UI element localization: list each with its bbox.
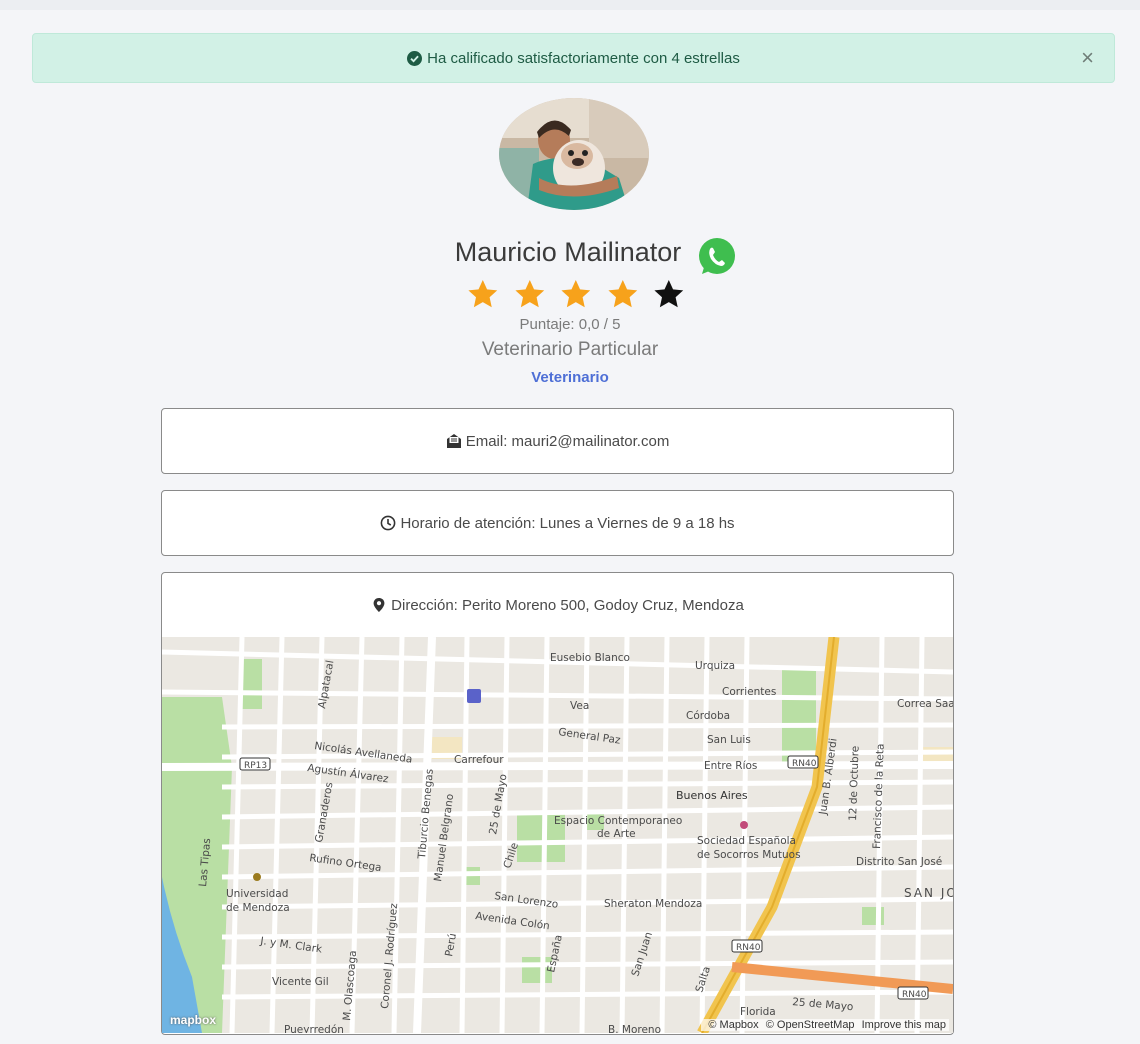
star-empty-icon[interactable]	[652, 278, 686, 310]
success-alert: Ha calificado satisfactoriamente con 4 e…	[32, 33, 1115, 83]
map-label: Vea	[570, 700, 589, 712]
schedule-card: Horario de atención: Lunes a Viernes de …	[161, 490, 954, 556]
map-label: Carrefour	[454, 754, 504, 766]
profile-name: Mauricio Mailinator	[454, 236, 682, 267]
email-text: Email: mauri2@mailinator.com	[465, 432, 670, 450]
map-label: de Mendoza	[226, 902, 290, 914]
alert-close-button[interactable]: ×	[1081, 47, 1094, 69]
map-label: Eusebio Blanco	[550, 652, 630, 664]
improve-map-link[interactable]: Improve this map	[862, 1019, 946, 1031]
schedule-text: Horario de atención: Lunes a Viernes de …	[400, 514, 735, 532]
map-label: Entre Ríos	[704, 760, 757, 772]
clock-icon	[381, 515, 396, 531]
map-label: de Arte	[597, 828, 636, 840]
map-label: Sociedad Española	[697, 835, 796, 847]
profile-header: Mauricio Mailinator	[0, 227, 1140, 277]
map-label: de Socorros Mutuos	[697, 849, 801, 861]
attribution-osm[interactable]: © OpenStreetMap	[766, 1019, 855, 1031]
map-label: Pueyrredón	[284, 1024, 344, 1033]
map-label: Universidad	[226, 888, 288, 900]
star-filled-icon[interactable]	[513, 278, 547, 310]
map-view[interactable]: Eusebio Blanco Urquiza Corrientes Correa…	[162, 637, 953, 1033]
mapbox-logo[interactable]: mapbox	[170, 1013, 216, 1027]
map-label: RN40	[902, 990, 927, 1000]
category-link[interactable]: Veterinario	[0, 369, 1140, 386]
map-label: Córdoba	[686, 710, 730, 722]
map-label: Distrito San José	[856, 856, 942, 868]
map-label: San Luis	[707, 734, 751, 746]
map-label: Sheraton Mendoza	[604, 898, 702, 910]
whatsapp-icon[interactable]	[697, 237, 737, 277]
score-text: Puntaje: 0,0 / 5	[519, 316, 621, 333]
map-canvas[interactable]: Eusebio Blanco Urquiza Corrientes Correa…	[162, 637, 953, 1033]
star-filled-icon[interactable]	[606, 278, 640, 310]
map-label: Vicente Gil	[272, 976, 329, 988]
map-attribution: © Mapbox © OpenStreetMap Improve this ma…	[701, 1019, 949, 1031]
star-filled-icon[interactable]	[559, 278, 593, 310]
map-label: Florida	[740, 1006, 776, 1018]
address-card: Dirección: Perito Moreno 500, Godoy Cruz…	[161, 572, 954, 1035]
address-text: Dirección: Perito Moreno 500, Godoy Cruz…	[391, 596, 744, 614]
rating-stars	[466, 278, 686, 312]
map-label: Corrientes	[722, 686, 776, 698]
star-filled-icon[interactable]	[466, 278, 500, 310]
email-card: Email: mauri2@mailinator.com	[161, 408, 954, 474]
map-label: SAN JO	[904, 886, 953, 900]
map-label: Espacio Contemporaneo	[554, 815, 682, 827]
professional-type: Veterinario Particular	[481, 339, 659, 360]
attribution-mapbox[interactable]: © Mapbox	[708, 1019, 758, 1031]
envelope-open-icon	[446, 434, 461, 448]
avatar	[499, 98, 649, 210]
check-circle-icon	[407, 50, 423, 66]
map-label: Urquiza	[695, 660, 735, 672]
map-label: Correa Saa	[897, 698, 953, 710]
map-label: B. Moreno	[608, 1024, 661, 1033]
map-label: RP13	[244, 761, 267, 771]
top-bar	[0, 0, 1140, 10]
map-marker-icon	[373, 598, 385, 612]
map-label: RN40	[792, 759, 817, 769]
alert-message: Ha calificado satisfactoriamente con 4 e…	[427, 49, 740, 67]
map-label: Buenos Aires	[676, 789, 748, 802]
avatar-photo	[499, 98, 649, 210]
map-label: RN40	[736, 943, 761, 953]
